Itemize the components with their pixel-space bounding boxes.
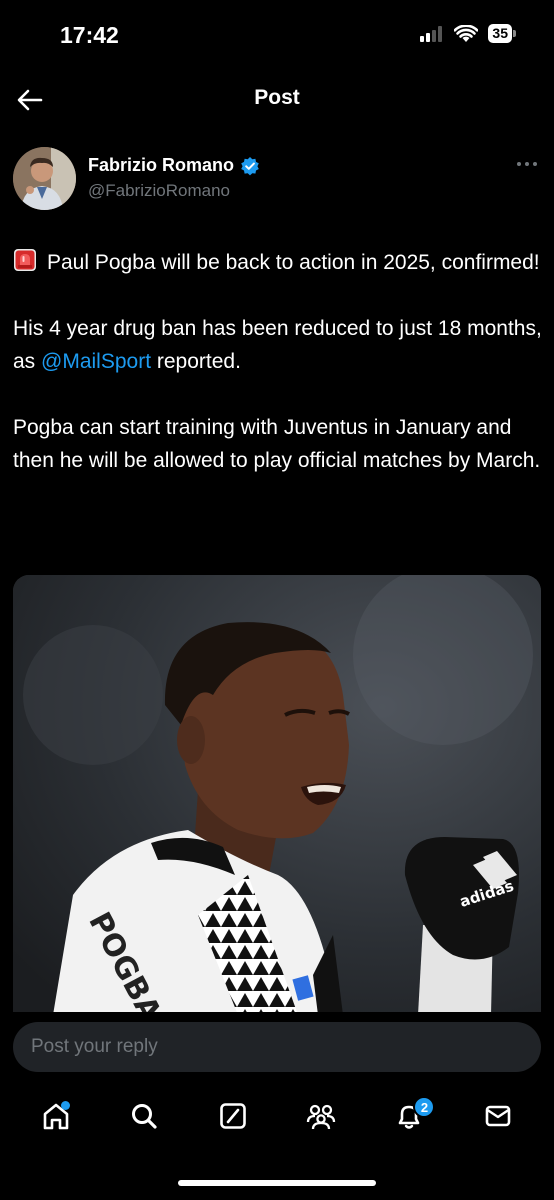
post-image[interactable]: POGBA adidas bbox=[13, 575, 541, 1015]
post-paragraph-1-text: Paul Pogba will be back to action in 202… bbox=[47, 251, 540, 274]
reply-bar bbox=[0, 1012, 554, 1080]
signal-icon bbox=[420, 25, 443, 42]
nav-communities[interactable] bbox=[299, 1094, 343, 1138]
reply-input[interactable] bbox=[13, 1022, 541, 1072]
page-title: Post bbox=[254, 86, 300, 109]
battery-icon: 35 bbox=[488, 24, 516, 43]
post-paragraph-1: Paul Pogba will be back to action in 202… bbox=[13, 246, 543, 279]
post-paragraph-2-after: reported. bbox=[151, 350, 241, 373]
status-time: 17:42 bbox=[60, 22, 119, 48]
wifi-icon bbox=[454, 24, 479, 42]
nav-notifications[interactable]: 2 bbox=[387, 1094, 436, 1138]
notifications-badge: 2 bbox=[413, 1096, 436, 1118]
search-icon bbox=[132, 1104, 158, 1129]
siren-emoji-icon bbox=[14, 249, 36, 271]
avatar[interactable] bbox=[13, 147, 76, 210]
home-indicator[interactable] bbox=[178, 1180, 376, 1186]
author-name-text: Fabrizio Romano bbox=[88, 155, 235, 175]
post-paragraph-3: Pogba can start training with Juventus i… bbox=[13, 416, 541, 472]
post-author: Fabrizio Romano @FabrizioRomano bbox=[13, 146, 543, 212]
verified-badge-icon bbox=[241, 156, 259, 175]
more-dots-icon bbox=[517, 162, 537, 166]
nav-messages[interactable] bbox=[476, 1094, 520, 1138]
grok-icon bbox=[220, 1103, 246, 1129]
status-icons: 35 bbox=[420, 24, 516, 43]
author-handle[interactable]: @FabrizioRomano bbox=[88, 181, 230, 201]
status-bar: 17:42 35 bbox=[0, 0, 554, 70]
bottom-nav: 2 bbox=[0, 1082, 554, 1150]
author-name[interactable]: Fabrizio Romano bbox=[88, 155, 260, 176]
header: Post bbox=[0, 70, 554, 130]
post-text: Paul Pogba will be back to action in 202… bbox=[13, 246, 543, 510]
nav-search[interactable] bbox=[122, 1094, 166, 1138]
nav-home[interactable] bbox=[34, 1094, 78, 1138]
nav-grok[interactable] bbox=[211, 1094, 255, 1138]
more-options-button[interactable] bbox=[513, 154, 541, 174]
communities-icon bbox=[306, 1104, 336, 1130]
post-paragraph-2: His 4 year drug ban has been reduced to … bbox=[13, 312, 543, 378]
envelope-icon bbox=[485, 1105, 511, 1127]
mention-link[interactable]: @MailSport bbox=[41, 350, 151, 373]
battery-level: 35 bbox=[488, 24, 512, 43]
